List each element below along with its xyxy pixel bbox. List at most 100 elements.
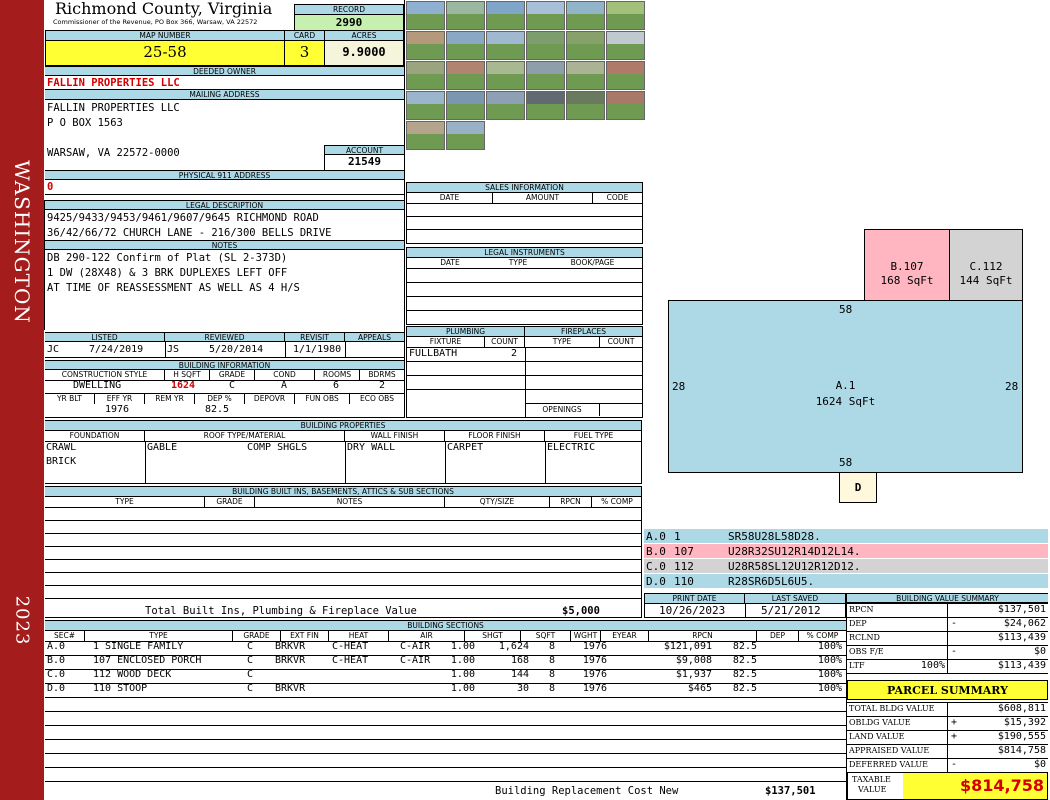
sketch-code-path: U28R58SL12U12R12D12. (728, 560, 861, 573)
photo-thumbnail[interactable] (446, 121, 485, 150)
builtins-total-value: $5,000 (562, 605, 600, 617)
side-year-label: 2023 (11, 595, 33, 646)
last-saved-date: 5/21/2012 (761, 604, 821, 617)
sales-col-code: CODE (606, 193, 629, 202)
photo-thumbnail[interactable] (406, 31, 445, 60)
sketch-dim-top: 58 (839, 303, 853, 316)
sections-cell: 82.5 (732, 669, 757, 680)
photo-thumbnail[interactable] (606, 1, 645, 30)
photo-thumbnail[interactable] (526, 91, 565, 120)
photo-thumbnail[interactable] (486, 1, 525, 30)
parcel-row-label: DEFERRED VALUE (849, 760, 928, 769)
sections-cell: C-HEAT (332, 641, 369, 652)
value-summary-label-cell: LTF (849, 661, 865, 670)
sections-col-header: AIR (389, 631, 465, 641)
sections-col-header: WGHT (571, 631, 601, 641)
sketch-code-number: 110 (674, 575, 694, 588)
photo-thumbnail[interactable] (406, 121, 445, 150)
prop-col-wall: WALL FINISH (345, 431, 445, 441)
sections-cell: $9,008 (675, 655, 712, 666)
photo-thumbnail[interactable] (526, 1, 565, 30)
photo-thumbnail[interactable] (566, 91, 605, 120)
photo-thumbnail[interactable] (526, 61, 565, 90)
appeals-label: APPEALS (345, 332, 404, 342)
sketch-dim-bottom: 58 (839, 456, 853, 469)
photo-thumbnail[interactable] (606, 31, 645, 60)
sections-cell: BRKVR (275, 655, 306, 666)
openings-label: OPENINGS (525, 404, 600, 416)
account-label: ACCOUNT (325, 145, 404, 155)
sections-col-header: SHGT (465, 631, 521, 641)
sketch-dim-left: 28 (672, 380, 686, 393)
value-summary: BUILDING VALUE SUMMARY RPCN $137,501 DEP - $… (847, 593, 1048, 675)
photo-thumbnail[interactable] (486, 31, 525, 60)
sketch-section-c: C.112 144 SqFt (949, 229, 1023, 301)
parcel-row-label: TOTAL BLDG VALUE (849, 704, 935, 713)
print-date-label: PRINT DATE (645, 594, 745, 604)
photo-thumbnail[interactable] (566, 31, 605, 60)
notes-label: NOTES (45, 240, 404, 250)
last-saved-label: LAST SAVED (745, 594, 845, 604)
sales-col-amount: AMOUNT (493, 193, 593, 203)
sections-cell: 1976 (582, 683, 607, 694)
plumb-col-count: COUNT (485, 337, 525, 347)
sections-cell: 100% (817, 683, 842, 694)
photo-thumbnail[interactable] (406, 1, 445, 30)
card-number: 3 (299, 43, 310, 61)
col-rooms: ROOMS (315, 370, 360, 380)
sections-cell: B.0 (47, 655, 66, 666)
col-grade: GRADE (210, 370, 255, 380)
bi-col-qty: QTY/SIZE (445, 497, 550, 507)
deeded-owner-label: DEEDED OWNER (45, 66, 404, 76)
photo-thumbnail[interactable] (486, 91, 525, 120)
col-bdrms: BDRMS (368, 370, 396, 379)
sections-cell: 1976 (582, 641, 607, 652)
instr-col-book: BOOK/PAGE (570, 258, 615, 267)
sections-cell: A.0 (47, 641, 66, 652)
revisit-date: 1/1/1980 (293, 344, 342, 355)
photo-thumbnail[interactable] (406, 61, 445, 90)
sketch-code-number: 112 (674, 560, 694, 573)
sections-cell: 30 (516, 683, 529, 694)
bi-col-comp: % COMP (601, 497, 633, 506)
photo-thumbnail[interactable] (446, 61, 485, 90)
col-yrblt: YR BLT (45, 394, 95, 404)
photo-thumbnail[interactable] (606, 61, 645, 90)
sections-cell: 100% (817, 641, 842, 652)
construction-style: DWELLING (73, 380, 122, 391)
fire-col-type: TYPE (525, 337, 600, 347)
depreciation-pct: 82.5 (205, 404, 230, 415)
photo-thumbnail[interactable] (446, 91, 485, 120)
parcel-row-value: $814,758 (997, 745, 1046, 756)
building-properties-section: BUILDING PROPERTIES FOUNDATION ROOF TYPE… (45, 420, 642, 484)
card-label: CARD (285, 31, 324, 41)
page-title: Richmond County, Virginia (55, 0, 273, 18)
photo-thumbnail[interactable] (486, 61, 525, 90)
builtins-section: BUILDING BUILT INS, BASEMENTS, ATTICS & … (45, 486, 642, 618)
sketch-b-label: B.107 (890, 260, 924, 273)
photo-thumbnail[interactable] (606, 91, 645, 120)
photo-thumbnail[interactable] (566, 1, 605, 30)
prop-col-floor: FLOOR FINISH (445, 431, 545, 441)
record-label: RECORD (295, 5, 403, 15)
owner-section: DEEDED OWNER FALLIN PROPERTIES LLC MAILI… (45, 66, 404, 100)
sketch-a-area: 1624 SqFt (815, 395, 876, 408)
bi-col-rpcn: RPCN (550, 497, 592, 507)
value-summary-value: $113,439 (997, 632, 1046, 643)
photo-thumbnail[interactable] (566, 61, 605, 90)
sketch-section-a: A.1 1624 SqFt (668, 300, 1023, 473)
photo-thumbnail[interactable] (446, 31, 485, 60)
plumbing-label: PLUMBING (407, 327, 525, 337)
sketch-c-area: 144 SqFt (959, 274, 1013, 287)
legal-section: LEGAL DESCRIPTION 9425/9433/9453/9461/96… (45, 200, 404, 241)
sections-col-header: HEAT (329, 631, 389, 641)
photo-thumbnail[interactable] (526, 31, 565, 60)
photo-thumbnail[interactable] (406, 91, 445, 120)
sales-col-date: DATE (407, 193, 493, 203)
photo-thumbnail[interactable] (446, 1, 485, 30)
wall-finish: DRY WALL (347, 442, 396, 453)
value-summary-pct: 100% (920, 660, 945, 671)
sections-cell: $465 (687, 683, 712, 694)
fireplaces-label: FIREPLACES (525, 327, 642, 337)
sections-cell: C-AIR (400, 655, 431, 666)
